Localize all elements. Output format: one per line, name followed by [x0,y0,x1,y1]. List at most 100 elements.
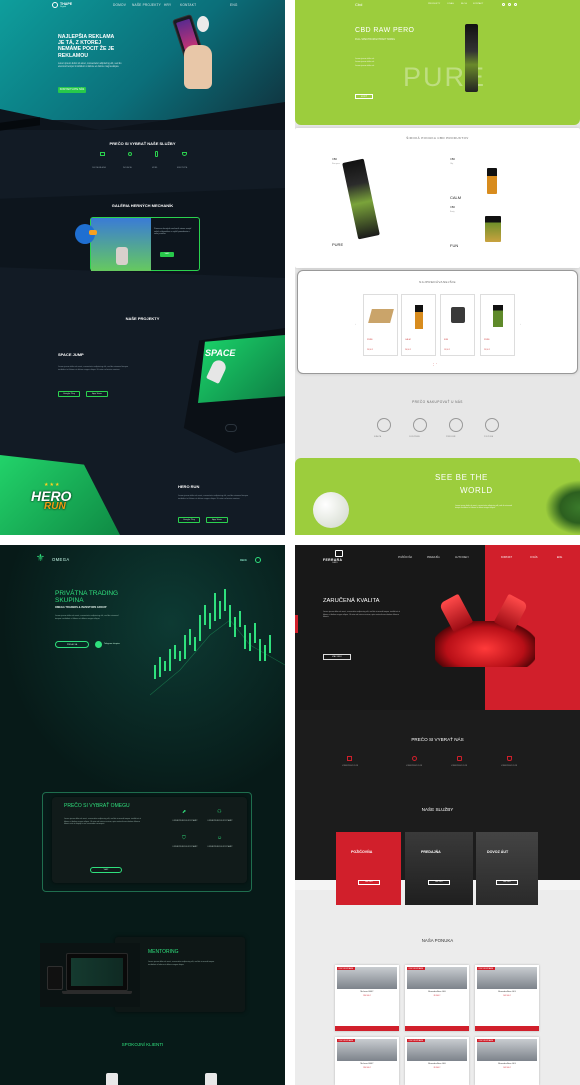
delivery-icon [413,418,427,432]
planet-image [313,492,349,528]
why-item: PRÍRODNÉ [446,436,456,438]
service-more-button[interactable]: VIAC INFO [496,880,518,885]
hero-text: Lorem ipsum dolor sit amet, consectetur … [58,63,122,68]
offer-card[interactable]: ODPORÚČAME Mercedes-Benz GLS 109 900 € [475,1037,539,1085]
fleur-de-lis-logo-icon[interactable]: ⚜ [36,553,45,564]
hero-run-text: Lorem ipsum dolor sit amet, consectetur … [178,495,249,500]
why-item: LOREM IPSUM DOLOR [405,766,423,767]
space-jump-title: SPACE JUMP [58,352,84,357]
service-card-shop[interactable] [405,832,473,905]
ferrari-website-panel: FERRARA CARS POŽIČOVŇA PREDAJŇA AUTO DIE… [295,545,580,1085]
carousel-prev-icon[interactable]: ‹ [355,322,356,326]
bulb-icon [128,152,132,156]
app-store-button[interactable]: App Store [86,391,108,397]
nav-games[interactable]: HRY [164,3,171,7]
gallery-more-button[interactable]: VIAC [160,252,174,257]
offer-sub: Olej [450,163,454,165]
bestseller-card[interactable]: PURE 29,90 € [363,294,398,356]
bird-character [75,224,97,244]
nav-home[interactable]: DOMOV [113,3,126,7]
feature-text: LOREM IPSUM DOLOR SIT AMET [207,821,233,822]
hero-run-google-play-button[interactable]: Google Play [178,517,200,523]
why-item: INOVÁCIA [123,167,132,169]
menu-icon[interactable] [255,557,261,563]
nav-contact[interactable]: KONTAKT [180,3,196,7]
site-logo[interactable]: OMEGA [52,557,70,562]
why-item: DIGITÁLNA HRA [92,167,106,169]
why-title: PREČO NAKUPOVAŤ U NÁS [412,400,463,404]
nav-shop[interactable]: PREDAJŇA [427,556,440,559]
nav-contact[interactable]: KONTAKT [501,556,512,559]
trading-website-panel: ⚜ OMEGA MENU PRIVÁTNA TRADING SKUPINA OM… [0,545,285,1085]
service-card-rental[interactable] [336,832,401,905]
nav-parts[interactable]: AUTO DIELY [455,556,469,559]
fun-product-image[interactable] [485,216,501,242]
cart-icon [507,756,512,761]
user-icon[interactable] [508,3,511,6]
cannabis-leaf-image [545,480,580,535]
footer-text: Lorem ipsum dolor sit amet, consectetur … [455,505,512,510]
nav-contact[interactable]: KONTAKT [473,3,483,5]
hero-run-logo-run: RUN [44,501,66,512]
nav-products[interactable]: PRODUKTY [428,3,440,5]
google-play-button[interactable]: Google Play [58,391,80,397]
service-more-button[interactable]: VIAC INFO [428,880,450,885]
join-button[interactable]: PRIDAJ SA [55,641,89,648]
why-title: PREČO SI VYBRAŤ NÁS [411,737,464,742]
offer-title: ŠIROKÁ PONUKA CBD PRODUKTOV [406,136,469,140]
nav-rental[interactable]: POŽIČOVŇA [398,556,412,559]
hand-image [184,45,212,89]
nav-about[interactable]: O NÁS [530,556,537,559]
hero-run-app-store-button[interactable]: App Store [206,517,228,523]
contact-button[interactable]: KONTAKTUJTE NÁS [58,87,86,93]
hero-background [0,0,285,120]
offer-card[interactable]: ODPORÚČAME Mercedes-Benz GLE 89 900 € [405,965,469,1031]
offer-card[interactable]: ODPORÚČAME Mercedes-Benz GLE 89 900 € [405,1037,469,1085]
nav-language[interactable]: ENG [230,3,238,7]
hero-accent-bar [295,615,298,633]
offer-card[interactable]: ODPORÚČAME McLaren 600LT 234 900 € [335,1037,399,1085]
mobile-icon [155,151,158,157]
user-icon: ☺ [217,835,223,841]
bestseller-card[interactable]: CALM 24,90 € [401,294,436,356]
bestseller-card[interactable]: FUN 19,90 € [440,294,475,356]
nav-about[interactable]: O NÁS [447,3,454,5]
shield-icon [457,756,462,761]
mentoring-text: Lorem ipsum dolor sit amet, consectetur … [148,961,215,966]
cbd-website-panel: Cbd PRODUKTY O NÁS BLOG KONTAKT CBD RAW … [295,0,580,535]
site-logo[interactable]: Cbd [355,2,362,7]
nav-projects[interactable]: NAŠE PROJEKTY [132,3,161,7]
why-more-button[interactable]: VIAC [90,867,122,873]
mentoring-title: MENTORING [148,949,179,955]
buy-button[interactable]: KÚPIŤ [355,94,373,99]
nav-language[interactable]: ENG [557,556,562,559]
service-title: POŽIČOVŇA [351,850,373,854]
ferrari-car-image [435,621,535,667]
service-more-button[interactable]: VIAC INFO [358,880,380,885]
search-icon[interactable] [514,3,517,6]
carousel-next-icon[interactable]: › [520,322,521,326]
hero-more-button[interactable]: VIAC INFO [323,654,351,660]
menu-label[interactable]: MENU [240,559,247,562]
nav-blog[interactable]: BLOG [461,3,467,5]
offer-card[interactable]: ODPORÚČAME Mercedes-Benz GLS 109 900 € [475,965,539,1031]
telegram-icon[interactable] [95,641,102,648]
laptop-screen [66,953,128,991]
gallery-frame [90,217,200,271]
leaf-icon [449,418,463,432]
candlestick-chart-graphic [150,589,285,696]
offer-card[interactable]: ODPORÚČAME McLaren 600LT 234 900 € [335,965,399,1031]
offer-card [295,128,580,268]
cart-icon[interactable] [502,3,505,6]
footer-title-line2: WORLD [460,486,493,495]
why-item: LOREM IPSUM DOLOR [450,766,468,767]
bestseller-card[interactable]: PURE 29,90 € [480,294,515,356]
offers-title: NAŠA PONUKA [421,938,454,943]
carousel-dots[interactable]: • • • [433,363,441,367]
telegram-link[interactable]: Telegram skupina [104,643,120,645]
hero-text: Lorem ipsum dolor sit amet, consectetur … [323,611,400,619]
growth-icon: ⬈ [182,809,187,815]
site-logo-sub: CARS [332,562,338,564]
service-card-import[interactable] [476,832,538,905]
calm-product-image[interactable] [487,168,497,194]
